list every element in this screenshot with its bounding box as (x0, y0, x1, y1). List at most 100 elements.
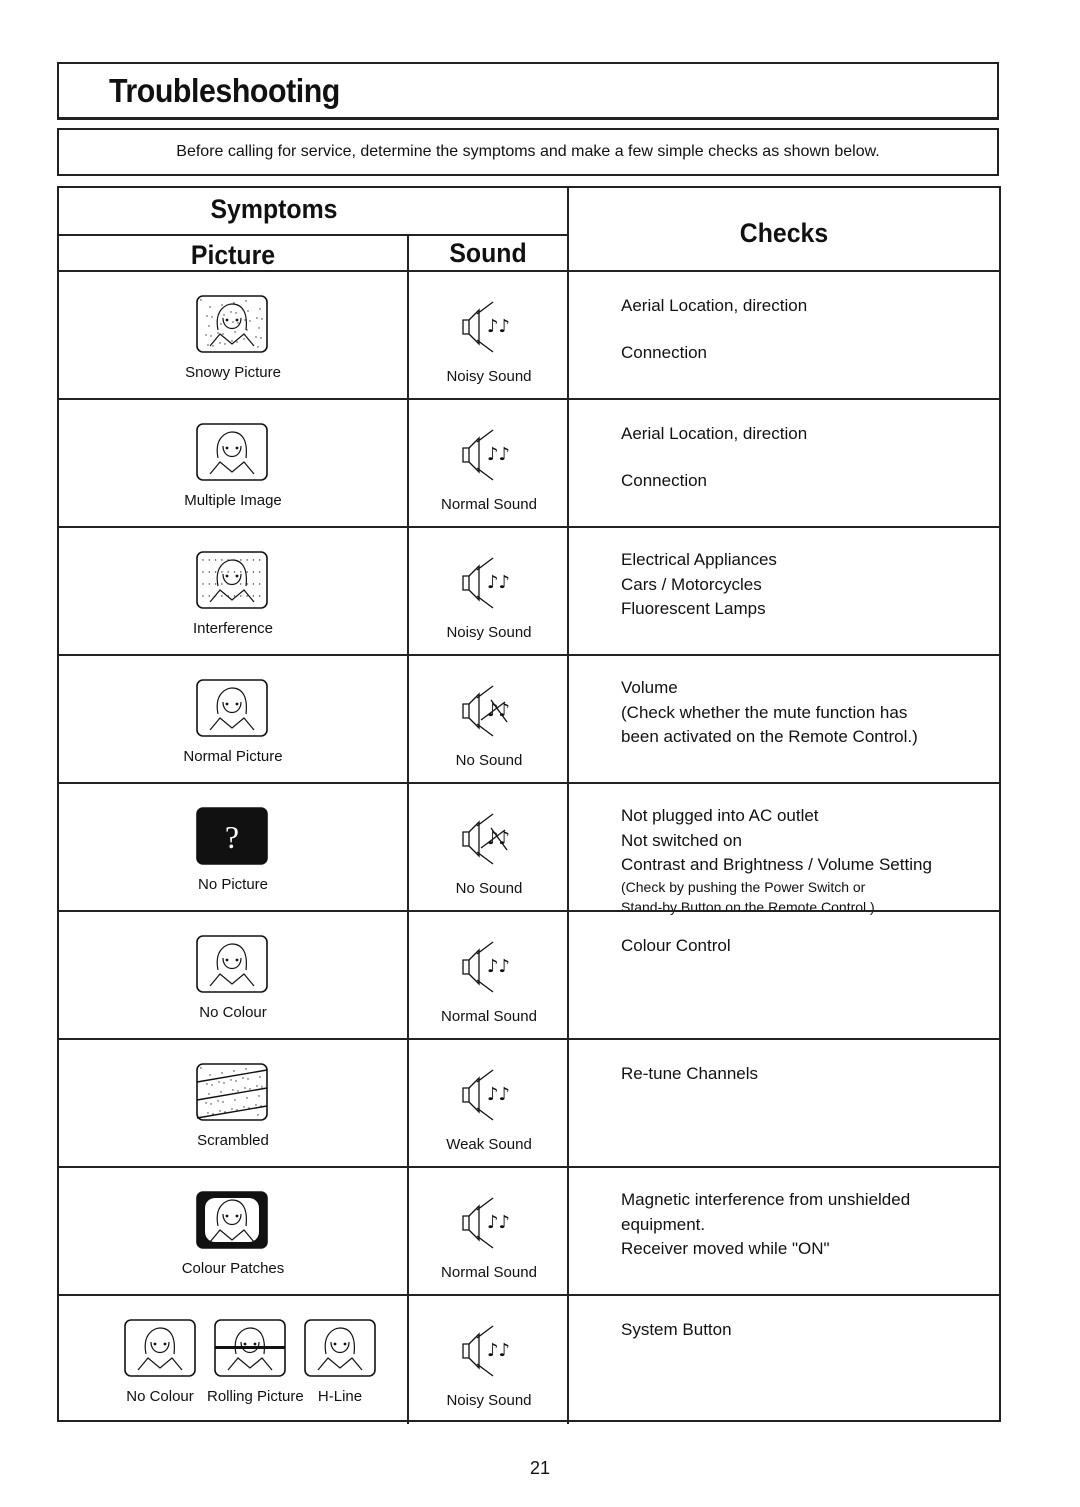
interference-tv-icon (195, 550, 269, 615)
check-item: Receiver moved while "ON" (621, 1239, 830, 1259)
check-item: equipment. (621, 1214, 706, 1234)
picture-label: Normal Picture (183, 748, 283, 765)
checks-list: System Button (621, 1318, 991, 1343)
page-title: Troubleshooting (109, 72, 340, 109)
picture-label: No Colour (126, 1388, 194, 1405)
svg-text:♪♪: ♪♪ (487, 1340, 510, 1361)
picture-label: Rolling Picture (207, 1388, 304, 1405)
checks-list: Not plugged into AC outlet Not switched o… (621, 804, 991, 917)
check-item: Cars / Motorcycles (621, 574, 762, 594)
row-divider (59, 1166, 999, 1168)
picture-label: No Picture (197, 876, 269, 893)
table-row: Normal Picture ♪♪ No Sound Volume (Check whe… (59, 654, 999, 784)
picture-label: H-Line (317, 1388, 363, 1405)
troubleshooting-table: Symptoms Checks Picture Sound Snowy Pict… (57, 186, 1001, 1424)
intro-box: Before calling for service, determine th… (57, 128, 999, 176)
ghost-tv-icon (195, 422, 269, 487)
check-item: Not switched on (621, 830, 742, 850)
check-item: Contrast and Brightness / Volume Setting (621, 855, 932, 875)
checks-list: Electrical Appliances Cars / Motorcycles F… (621, 548, 991, 622)
check-item: Magnetic interference from unshielded (621, 1190, 911, 1209)
normal-tv-icon (195, 678, 269, 743)
checks-header: Checks (739, 218, 829, 248)
snowy-tv-icon (195, 294, 269, 359)
check-item: Aerial Location, direction (621, 424, 808, 443)
picture-label: Colour Patches (181, 1260, 285, 1277)
picture-header: Picture (190, 240, 276, 270)
row-divider (59, 398, 999, 400)
table-row: No Colour Rolling Picture H-Line ♪♪ Noisy So… (59, 1294, 999, 1424)
row-divider (59, 910, 999, 912)
svg-text:♪♪: ♪♪ (487, 1212, 510, 1233)
svg-text:♪♪: ♪♪ (487, 316, 510, 337)
page-number: 21 (529, 1458, 551, 1478)
speaker-icon: ♪♪ (457, 1068, 517, 1127)
check-item: Re-tune Channels (621, 1064, 759, 1083)
checks-list: Magnetic interference from unshielded equ… (621, 1188, 991, 1262)
sound-label: Noisy Sound (446, 624, 532, 641)
muted-speaker-icon: ♪♪ (457, 684, 517, 743)
speaker-icon: ♪♪ (457, 300, 517, 359)
svg-text:♪♪: ♪♪ (487, 572, 510, 593)
colour-patches-tv-icon (195, 1190, 269, 1255)
picture-label: Scrambled (197, 1132, 269, 1149)
check-item: Connection (621, 342, 708, 362)
checks-list: Colour Control (621, 934, 991, 959)
scrambled-tv-icon (195, 1062, 269, 1127)
svg-text:♪♪: ♪♪ (487, 956, 510, 977)
sound-label: No Sound (455, 752, 523, 769)
row-divider (59, 270, 999, 272)
speaker-icon: ♪♪ (457, 940, 517, 999)
table-row: Multiple Image ♪♪ Normal Sound Aerial Locat… (59, 398, 999, 528)
title-box: Troubleshooting (57, 62, 999, 120)
muted-speaker-icon: ♪♪ (457, 812, 517, 871)
speaker-icon: ♪♪ (457, 1324, 517, 1383)
normal-tv-icon (123, 1318, 197, 1383)
checks-list: Aerial Location, direction Connection (621, 422, 991, 493)
sound-header: Sound (449, 238, 527, 268)
row-divider (59, 526, 999, 528)
check-item: Fluorescent Lamps (621, 599, 766, 619)
sound-label: Normal Sound (441, 1008, 537, 1025)
normal-tv-icon (195, 934, 269, 999)
sound-label: Noisy Sound (446, 368, 532, 385)
picture-label: No Colour (199, 1004, 267, 1021)
no-picture-tv-icon: ? (195, 806, 269, 871)
check-item: System Button (621, 1320, 732, 1339)
sound-label: No Sound (455, 880, 523, 897)
table-row: Interference ♪♪ Noisy Sound Electrical Appl… (59, 526, 999, 656)
svg-text:♪♪: ♪♪ (487, 1084, 510, 1105)
row-divider (59, 1294, 999, 1296)
sound-label: Noisy Sound (446, 1392, 532, 1409)
sound-label: Weak Sound (446, 1136, 532, 1153)
row-divider (59, 1038, 999, 1040)
table-row: Scrambled ♪♪ Weak Sound Re-tune Channels (59, 1038, 999, 1168)
svg-text:?: ? (225, 819, 239, 855)
row-divider (59, 654, 999, 656)
speaker-icon: ♪♪ (457, 428, 517, 487)
sound-label: Normal Sound (441, 496, 537, 513)
picture-label: Interference (192, 620, 274, 637)
check-item: Electrical Appliances (621, 550, 777, 569)
check-item: Connection (621, 470, 708, 490)
symptoms-header: Symptoms (210, 194, 338, 224)
picture-label: Multiple Image (184, 492, 282, 509)
table-row: Snowy Picture ♪♪ Noisy Sound Aerial Locatio… (59, 270, 999, 400)
rolling-tv-icon (213, 1318, 287, 1383)
check-item: Aerial Location, direction (621, 296, 808, 315)
picture-label: Snowy Picture (185, 364, 281, 381)
checks-list: Volume (Check whether the mute function h… (621, 676, 991, 750)
svg-text:♪♪: ♪♪ (487, 444, 510, 465)
intro-text: Before calling for service, determine th… (176, 143, 880, 160)
normal-tv-icon (303, 1318, 377, 1383)
check-item: Not plugged into AC outlet (621, 806, 819, 825)
check-item: been activated on the Remote Control.) (621, 727, 918, 747)
checks-list: Aerial Location, direction Connection (621, 294, 991, 365)
check-note: (Check by pushing the Power Switch or (621, 878, 866, 895)
table-row: Colour Patches ♪♪ Normal Sound Magnetic int… (59, 1166, 999, 1296)
sound-label: Normal Sound (441, 1264, 537, 1281)
check-item: Volume (621, 678, 678, 697)
table-row: No Colour ♪♪ Normal Sound Colour Control (59, 910, 999, 1040)
checks-list: Re-tune Channels (621, 1062, 991, 1087)
table-row: ? No Picture ♪♪ No Sound Not plugged into AC… (59, 782, 999, 915)
